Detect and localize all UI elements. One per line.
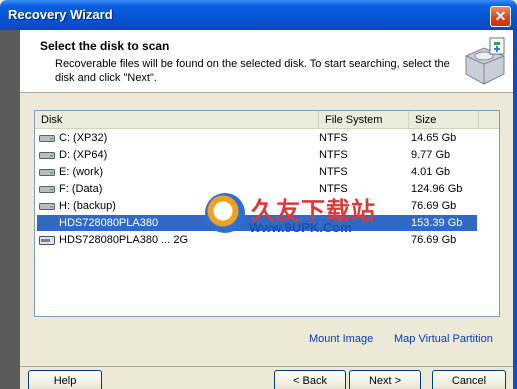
disk-list[interactable]: Disk File System Size C: (XP32) NTFS 14.… xyxy=(34,110,500,317)
file-system: NTFS xyxy=(319,149,348,161)
column-disk[interactable]: Disk xyxy=(35,111,319,129)
title-bar: Recovery Wizard ✕ xyxy=(0,0,517,30)
disk-size: 124.96 Gb xyxy=(411,183,463,195)
cancel-button[interactable]: Cancel xyxy=(432,370,506,389)
list-item[interactable]: C: (XP32) NTFS 14.65 Gb xyxy=(35,130,499,147)
close-button[interactable]: ✕ xyxy=(490,6,511,27)
watermark: 久友下载站 Www.9UPK.Com xyxy=(195,191,415,239)
mount-image-link[interactable]: Mount Image xyxy=(309,333,373,345)
map-virtual-partition-link[interactable]: Map Virtual Partition xyxy=(394,333,493,345)
back-button[interactable]: < Back xyxy=(274,370,346,389)
disk-size: 14.65 Gb xyxy=(411,132,457,144)
disk-wizard-icon xyxy=(465,37,505,85)
next-button[interactable]: Next > xyxy=(349,370,421,389)
help-button[interactable]: Help xyxy=(28,370,102,389)
close-icon: ✕ xyxy=(494,8,507,24)
wizard-header: Select the disk to scan Recoverable file… xyxy=(20,30,513,93)
list-item[interactable]: E: (work) NTFS 4.01 Gb xyxy=(35,164,499,181)
list-item[interactable]: D: (XP64) NTFS 9.77 Gb xyxy=(35,147,499,164)
window-frame-right xyxy=(513,30,517,389)
page-description: Recoverable files will be found on the s… xyxy=(55,58,450,84)
disk-size: 153.39 Gb xyxy=(409,215,477,231)
disk-name: D: (XP64) xyxy=(59,149,108,161)
background-window xyxy=(0,30,20,389)
watermark-logo-icon xyxy=(205,193,245,233)
disk-size: 76.69 Gb xyxy=(411,200,457,212)
disk-size: 76.69 Gb xyxy=(411,234,457,246)
wizard-body: Disk File System Size C: (XP32) NTFS 14.… xyxy=(20,94,513,366)
window-title: Recovery Wizard xyxy=(8,7,113,22)
disk-size: 4.01 Gb xyxy=(411,166,451,178)
column-size[interactable]: Size xyxy=(409,111,479,129)
disk-name: C: (XP32) xyxy=(59,132,108,144)
footer-divider xyxy=(20,366,513,367)
watermark-url: Www.9UPK.Com xyxy=(249,220,352,235)
file-system: NTFS xyxy=(319,166,348,178)
column-file-system[interactable]: File System xyxy=(319,111,409,129)
page-title: Select the disk to scan xyxy=(40,39,170,53)
disk-size: 9.77 Gb xyxy=(411,149,451,161)
list-header: Disk File System Size xyxy=(35,111,499,129)
file-system: NTFS xyxy=(319,132,348,144)
disk-name: E: (work) xyxy=(59,166,103,178)
